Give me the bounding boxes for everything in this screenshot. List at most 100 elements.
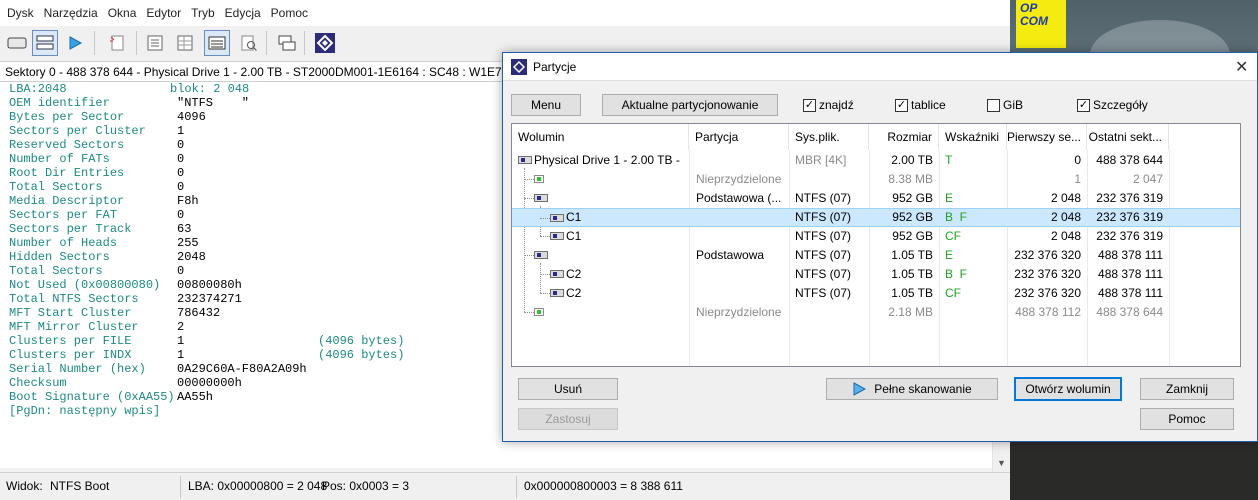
menu-item[interactable]: Edytor — [141, 6, 186, 20]
partition-row[interactable]: Nieprzydzielone 8.38 MB 1 2 047 — [512, 170, 1240, 189]
menu-item[interactable]: Okna — [103, 6, 142, 20]
cell-filesystem: NTFS (07) — [795, 210, 852, 224]
checkbox-details[interactable]: ✓ Szczegóły — [1077, 98, 1148, 112]
search-page-icon[interactable] — [236, 30, 262, 56]
partition-row[interactable]: Nieprzydzielone 2.18 MB 488 378 112 488 378… — [512, 303, 1240, 322]
partition-row[interactable]: C1 NTFS (07) 952 GB CF 2 048 232 376 319 — [512, 227, 1240, 246]
checkbox-label: tablice — [911, 98, 946, 112]
sticky-note: OP COM — [1016, 0, 1066, 48]
boot-field-label: Sectors per FAT — [9, 208, 118, 222]
open-volume-button[interactable]: Otwórz wolumin — [1014, 377, 1122, 401]
checkbox-box[interactable]: ✓ — [895, 98, 908, 112]
cell-filesystem: NTFS (07) — [795, 286, 852, 300]
cell-last-sector: 488 378 111 — [1098, 286, 1163, 300]
cell-filesystem: NTFS (07) — [795, 191, 852, 205]
unallocated-icon — [534, 175, 544, 183]
column-header-size[interactable]: Rozmiar — [869, 124, 939, 150]
delete-button[interactable]: Usuń — [518, 378, 618, 400]
partition-row[interactable]: C2 NTFS (07) 1.05 TB CF 232 376 320 488 378 1… — [512, 284, 1240, 303]
boot-field-label: Sectors per Cluster — [9, 124, 146, 138]
boot-field-value[interactable]: 0 — [177, 180, 184, 194]
logo-icon[interactable] — [312, 30, 338, 56]
boot-field-value[interactable]: 255 — [177, 236, 199, 250]
sparkle-icon[interactable] — [104, 30, 130, 56]
boot-field-value[interactable]: 1 — [177, 334, 184, 348]
partition-row[interactable]: Podstawowa NTFS (07) 1.05 TB E 232 376 320 48… — [512, 246, 1240, 265]
boot-field-value[interactable]: 0 — [177, 264, 184, 278]
partition-row[interactable]: C2 NTFS (07) 1.05 TB B F 232 376 320 488 378 … — [512, 265, 1240, 284]
cell-first-sector: 2 048 — [1050, 191, 1081, 205]
cell-size: 2.18 MB — [888, 305, 933, 319]
menu-bar: Dysk Narzędzia Okna Edytor Tryb Edycja Pomoc — [0, 0, 1010, 26]
boot-field-value[interactable]: 63 — [177, 222, 191, 236]
boot-field-value[interactable]: 2048 — [177, 250, 206, 264]
boot-field-value[interactable]: 0 — [177, 208, 184, 222]
column-header-last-sector[interactable]: Ostatni sekt... — [1087, 124, 1169, 150]
checkbox-tables[interactable]: ✓ tablice — [895, 98, 946, 112]
cell-size: 1.05 TB — [891, 286, 933, 300]
status-offset: 0x000000800003 = 8 388 611 — [524, 479, 683, 493]
menu-item[interactable]: Edycja — [220, 6, 266, 20]
column-header-flags[interactable]: Wskaźniki — [939, 124, 1007, 150]
list-icon[interactable] — [142, 30, 168, 56]
checkbox-find[interactable]: ✓ znajdź — [803, 98, 854, 112]
boot-field-note: (4096 bytes) — [318, 348, 405, 362]
column-header-first-sector[interactable]: Pierwszy se... — [1007, 124, 1087, 150]
table-icon[interactable] — [172, 30, 198, 56]
current-partitioning-button[interactable]: Aktualne partycjonowanie — [602, 94, 778, 116]
column-header-partition[interactable]: Partycja — [689, 124, 789, 150]
boot-field-value[interactable]: AA55h — [177, 390, 213, 404]
help-button[interactable]: Pomoc — [1140, 408, 1234, 430]
partition-row[interactable]: Podstawowa (... NTFS (07) 952 GB E 2 048 232 … — [512, 189, 1240, 208]
boot-field-value[interactable]: F8h — [177, 194, 199, 208]
chevron-down-icon[interactable]: ▼ — [997, 458, 1006, 468]
menu-item[interactable]: Narzędzia — [39, 6, 103, 20]
cell-flags: E — [945, 248, 954, 262]
cell-last-sector: 488 378 644 — [1096, 153, 1163, 167]
drive-icon[interactable] — [4, 30, 30, 56]
menu-item[interactable]: Pomoc — [266, 6, 313, 20]
apply-button[interactable]: Zastosuj — [518, 408, 618, 430]
boot-field-value[interactable]: "NTFS " — [177, 96, 249, 110]
cell-volume: C1 — [566, 210, 582, 224]
close-icon[interactable]: ✕ — [1235, 57, 1248, 77]
partitions-icon[interactable] — [32, 30, 58, 56]
boot-field-value[interactable]: 1 — [177, 348, 184, 362]
boot-field-value[interactable]: 00000000h — [177, 376, 242, 390]
boot-field-value[interactable]: 2 — [177, 320, 184, 334]
dialog-titlebar[interactable]: Partycje ✕ — [503, 53, 1257, 81]
column-header-filesystem[interactable]: Sys.plik. — [789, 124, 869, 150]
boot-field-value[interactable]: 232374271 — [177, 292, 242, 306]
boot-field-value[interactable]: 0 — [177, 152, 184, 166]
partition-list[interactable]: Wolumin Partycja Sys.plik. Rozmiar Wskaź… — [511, 123, 1241, 367]
boot-field-value[interactable]: 4096 — [177, 110, 206, 124]
boot-field-label: Checksum — [9, 376, 67, 390]
boot-field-value[interactable]: 0 — [177, 138, 184, 152]
copy-icon[interactable] — [274, 30, 300, 56]
close-button[interactable]: Zamknij — [1140, 378, 1234, 400]
checkbox-box[interactable]: ✓ — [803, 98, 816, 112]
drive-icon — [518, 156, 532, 164]
boot-field-value[interactable]: 00800080h — [177, 278, 242, 292]
menu-item[interactable]: Tryb — [186, 6, 220, 20]
checkbox-gib[interactable]: GiB — [987, 98, 1023, 112]
column-header-volume[interactable]: Wolumin — [512, 124, 689, 150]
partition-row[interactable]: C1 NTFS (07) 952 GB B F 2 048 232 376 319 — [512, 208, 1240, 227]
menu-button[interactable]: Menu — [511, 94, 581, 116]
boot-field-label: Number of FATs — [9, 152, 110, 166]
play-icon[interactable] — [62, 30, 88, 56]
keyboard-icon[interactable] — [204, 30, 230, 56]
boot-field-value[interactable]: 786432 — [177, 306, 220, 320]
boot-field-value[interactable]: 0A29C60A-F80A2A09h — [177, 362, 307, 376]
view-value[interactable]: NTFS Boot — [50, 479, 109, 493]
menu-item[interactable]: Dysk — [2, 6, 39, 20]
boot-field-value[interactable]: 1 — [177, 124, 184, 138]
cell-first-sector: 232 376 320 — [1014, 248, 1081, 262]
boot-field-value[interactable]: 0 — [177, 166, 184, 180]
drive-icon — [550, 289, 564, 297]
checkbox-box[interactable] — [987, 98, 1000, 112]
full-scan-button[interactable]: Pełne skanowanie — [826, 378, 998, 400]
partition-row[interactable]: Physical Drive 1 - 2.00 TB - ... MBR [4K]… — [512, 151, 1240, 170]
boot-field-note: (4096 bytes) — [318, 334, 405, 348]
checkbox-box[interactable]: ✓ — [1077, 98, 1090, 112]
